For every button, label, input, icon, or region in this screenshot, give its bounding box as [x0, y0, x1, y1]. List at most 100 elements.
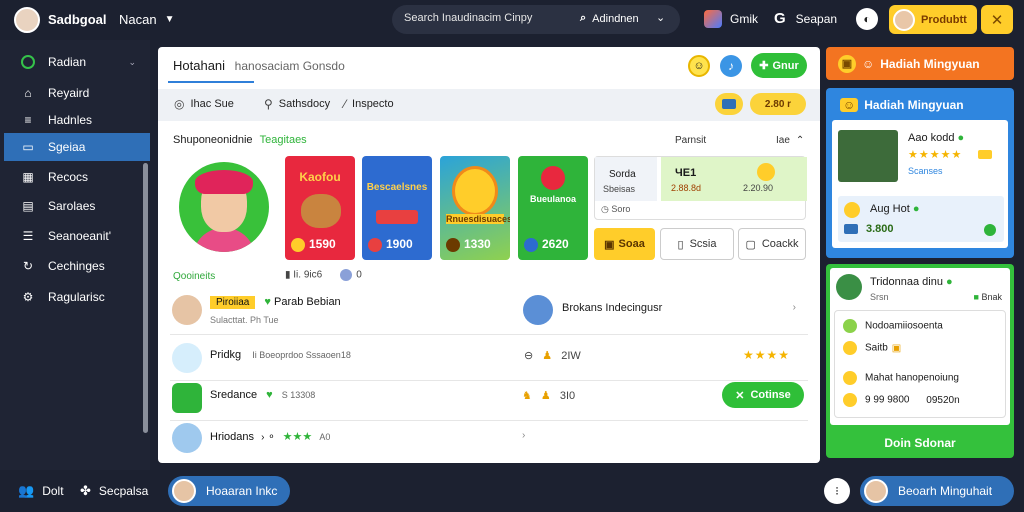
tab-1[interactable]: ⚲ Sathsdocy — [264, 97, 330, 111]
dog-icon — [301, 194, 341, 228]
page-subtitle: hanosaciam Gonsdo — [234, 59, 345, 73]
sidebar-item-0[interactable]: Radian ⌄ — [4, 48, 150, 76]
emoji-icon: ☺ — [862, 56, 875, 71]
challenge-line[interactable]: Saitb ▣ — [843, 341, 901, 355]
app-title: Sadbgoal — [48, 12, 107, 27]
sidebar-item-6[interactable]: ☰ Seanoeanit' — [4, 222, 150, 250]
coin-icon — [446, 238, 460, 252]
bottom-profile-pill[interactable]: Hoaaran Inkc — [168, 476, 290, 506]
bottom-item-1[interactable]: 👥 Dolt — [18, 483, 64, 499]
emoji-icon: ☺ — [840, 98, 859, 112]
primary-action-button[interactable]: ▣ Soaa — [594, 228, 655, 260]
support-link[interactable]: G Seapan — [774, 10, 837, 27]
sidebar-item-5[interactable]: ▤ Sarolaes — [4, 192, 150, 220]
reward-item-2[interactable]: Aug Hot ● 3.800 — [838, 196, 1004, 242]
reward-name: Aao kodd ● — [908, 132, 964, 144]
continue-button-label: Cotinse — [750, 389, 791, 401]
list-item[interactable]: Hriodans › ⚬ ★★★ A0 › — [170, 419, 808, 459]
bottom-search-pill[interactable]: Beoarh Minguhait — [860, 476, 1014, 506]
games-link[interactable]: Gmik — [704, 10, 758, 28]
sidebar-item-2[interactable]: ≡ Hadnles — [4, 106, 150, 134]
sidebar-item-4[interactable]: ▦ Recocs — [4, 163, 150, 191]
rewards-header[interactable]: ▣ ☺ Hadiah Mingyuan — [826, 47, 1014, 80]
sidebar-item-8[interactable]: ⚙ Ragularisc — [4, 283, 150, 311]
table-icon: ☰ — [22, 229, 34, 243]
game-card[interactable]: Kaofou 1590 — [285, 156, 355, 260]
card-price: 1330 — [446, 237, 491, 252]
emoji-icon[interactable]: ☺ — [688, 55, 710, 77]
section-title: Shuponeonidnie Teagitaes — [173, 134, 307, 146]
section-link[interactable]: Parnsit — [675, 135, 706, 146]
check-button[interactable]: ▢ Coackk — [738, 228, 806, 260]
menu-dropdown[interactable]: Nacan ▼ — [119, 12, 174, 27]
challenge-line[interactable]: Nodoamiiosoenta — [843, 319, 943, 333]
sidebar-item-label: Recocs — [48, 170, 89, 184]
game-card[interactable]: Bueulanoa 2620 — [518, 156, 588, 260]
chevron-right-icon[interactable]: › — [522, 430, 525, 441]
balance-pill[interactable]: 2.80 r — [750, 93, 806, 115]
search-input[interactable]: Search Inaudinacim Cinpy — [404, 12, 532, 24]
apple-icon — [541, 166, 565, 190]
sidebar-item-1[interactable]: ⌂ Reyaird — [4, 79, 150, 107]
tab-0[interactable]: ◎ Ihac Sue — [174, 97, 234, 111]
row-name-text: Sredance — [210, 389, 258, 401]
list-item[interactable]: Pridkg Ii Boeoprdoo Sssaoen18 ⊖ ♟ 2IW ★★… — [170, 337, 808, 381]
sidebar-item-label: Cechinges — [48, 259, 105, 273]
chevron-right-icon[interactable]: › — [793, 302, 796, 313]
card-title: Rnuesdisuaces — [446, 214, 510, 224]
chevron-down-icon[interactable]: ⌄ — [656, 11, 665, 24]
collapse-toggle[interactable]: Iae ⌃ — [776, 135, 804, 146]
tools-icon[interactable]: ✕ — [981, 5, 1013, 34]
join-button[interactable]: Doin Sdonar — [826, 428, 1014, 458]
challenge-name-text: Tridonnaa dinu — [870, 276, 943, 288]
list-item[interactable]: Sredance ♥ S 13308 ♞ ♟ 3I0 ✕ Cotinse — [170, 377, 808, 421]
avatar — [172, 295, 202, 325]
challenge-line-text: Mahat hanopenoiung — [865, 372, 959, 384]
challenge-line-value: 09520n — [926, 394, 960, 406]
tab-label: Ihac Sue — [190, 98, 234, 110]
challenge-line[interactable]: Mahat hanopenoiung — [843, 371, 959, 385]
emoji-icon — [757, 163, 775, 181]
row-right: ♞ ♟ 3I0 — [522, 389, 575, 402]
reward-image[interactable] — [838, 130, 898, 182]
row-name-text: Pridkg — [210, 349, 242, 361]
trophy-icon: ♞ — [522, 390, 535, 402]
document-icon: ▤ — [22, 199, 34, 213]
game-card[interactable]: Bescaelsnes 1900 — [362, 156, 432, 260]
app-avatar[interactable] — [14, 7, 40, 33]
bottom-pill-label: Hoaaran Inkc — [206, 484, 278, 498]
number-icon — [452, 166, 498, 216]
main-panel: Hotahani hanosaciam Gonsdo ☺ ♪ ✚ Gnur ◎ … — [158, 47, 820, 463]
profile-avatar[interactable] — [179, 162, 269, 252]
challenge-line[interactable]: 9 99 9800 09520n — [843, 393, 960, 407]
continue-button[interactable]: ✕ Cotinse — [722, 382, 804, 408]
search-button[interactable]: ⌕ Adindnen — [580, 12, 639, 25]
banner-icon — [376, 210, 418, 224]
home-icon: ⌂ — [24, 86, 32, 100]
music-icon[interactable]: ♪ — [720, 55, 742, 77]
users-icon: 👥 — [18, 483, 35, 498]
header-action-button[interactable]: ✚ Gnur — [751, 53, 807, 78]
gear-icon: ⚙ — [22, 290, 34, 304]
search-bar[interactable]: Search Inaudinacim Cinpy ⌕ Adindnen ⌄ — [392, 5, 680, 34]
row-divider — [170, 334, 808, 335]
sidebar-item-label: Sarolaes — [48, 199, 96, 213]
header-action-label: Gnur — [772, 59, 799, 72]
calendar-button[interactable] — [715, 93, 743, 115]
profile-label: Produbtt — [921, 13, 967, 26]
profile-button[interactable]: Produbtt — [889, 5, 977, 34]
help-icon[interactable]: ⁝ — [824, 478, 850, 504]
list-item[interactable]: Piroiiaa ♥ Parab Bebian Sulacttat. Ph Tu… — [170, 291, 808, 335]
emoji-icon — [843, 319, 857, 333]
secondary-button[interactable]: ▯ Scsia — [660, 228, 734, 260]
coin-icon — [368, 238, 382, 252]
sidebar-item-3[interactable]: ▭ Sgeiaa — [4, 133, 150, 161]
reward-tag[interactable]: Scanses — [908, 166, 943, 176]
game-card[interactable]: Rnuesdisuaces 1330 — [440, 156, 510, 260]
tab-2[interactable]: ⁄ Inspecto — [344, 97, 394, 111]
ticket-icon — [978, 150, 992, 159]
bottom-item-2[interactable]: ✤ Secpalsa — [80, 483, 148, 499]
sidebar-scrollbar[interactable] — [143, 163, 148, 433]
notification-icon[interactable]: ◐ — [856, 8, 878, 30]
sidebar-item-7[interactable]: ↻ Cechinges — [4, 252, 150, 280]
